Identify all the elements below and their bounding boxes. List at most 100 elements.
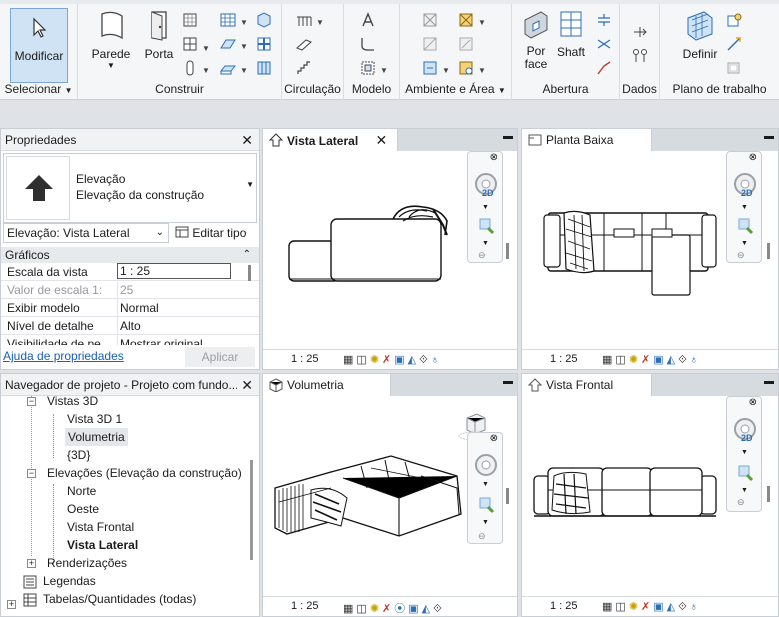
shaft-button[interactable]: Shaft	[552, 8, 590, 59]
viewer-icon[interactable]	[726, 60, 742, 76]
tree-node[interactable]: {3D}	[67, 446, 90, 464]
curtain-grid-icon[interactable]	[220, 12, 236, 28]
schedule-icon	[23, 593, 37, 607]
close-icon[interactable]: ✕	[241, 374, 253, 396]
edit-type-button[interactable]: Editar tipo	[175, 223, 246, 243]
component-icon[interactable]	[182, 12, 198, 28]
tag-area-icon[interactable]	[458, 60, 474, 76]
view-control-icons[interactable]: ▦◫✺✗▣◭⟐♁	[602, 353, 701, 367]
ceiling-icon[interactable]	[256, 12, 272, 28]
instance-filter-dropdown[interactable]: Elevação: Vista Lateral ⌄	[3, 223, 169, 243]
model-line-icon[interactable]	[360, 36, 376, 52]
tree-node[interactable]: Vista 3D 1	[67, 410, 122, 428]
tree-node[interactable]: Renderizações	[47, 554, 127, 572]
roof-icon[interactable]	[220, 36, 236, 52]
close-icon[interactable]: ⊗	[490, 433, 498, 444]
view-scale[interactable]: 1 : 25	[291, 353, 319, 365]
collapse-toggle[interactable]: −	[27, 397, 36, 406]
tab-planta-baixa[interactable]: Planta Baixa	[522, 129, 652, 151]
tag-room-icon[interactable]	[422, 60, 438, 76]
group-label-selecionar[interactable]: Selecionar ▼	[0, 82, 77, 96]
view-scale[interactable]: 1 : 25	[550, 353, 578, 365]
section-header-graficos[interactable]: Gráficos ⌃	[1, 247, 259, 263]
properties-help-link[interactable]: Ajuda de propriedades	[3, 349, 124, 363]
show-workplane-icon[interactable]	[726, 12, 742, 28]
close-icon[interactable]: ⊗	[749, 152, 757, 163]
view-control-icons[interactable]: ▦◫✺✗▣◭⟐♁	[343, 353, 442, 367]
view-menu-icon[interactable]: ▬	[764, 131, 774, 142]
type-selector[interactable]: Elevação Elevação da construção ▼	[3, 153, 257, 223]
dormer-opening-icon[interactable]	[596, 60, 612, 76]
tab-vista-frontal[interactable]: Vista Frontal	[522, 374, 652, 396]
steering-wheel-icon[interactable]	[472, 451, 500, 479]
room-separator-icon[interactable]	[422, 36, 438, 52]
prop-row[interactable]: Exibir modelo Normal	[1, 299, 259, 317]
room-icon[interactable]	[422, 12, 438, 28]
view-menu-icon[interactable]: ▬	[503, 131, 513, 142]
scrollbar[interactable]	[250, 460, 253, 560]
tree-node-active[interactable]: Vista Lateral	[67, 536, 138, 554]
zoom-icon[interactable]	[476, 216, 496, 236]
by-face-button[interactable]: Por face	[516, 8, 556, 71]
ribbon: Modificar Selecionar ▼ Parede ▼ Porta ▼ …	[0, 0, 779, 100]
close-icon[interactable]: ✕	[241, 129, 253, 151]
scrollbar[interactable]	[506, 488, 509, 504]
scrollbar[interactable]	[767, 486, 770, 502]
area-boundary-icon[interactable]	[458, 36, 474, 52]
zoom-icon[interactable]	[735, 463, 755, 483]
tree-node-3d-views[interactable]: Vistas 3D	[47, 392, 98, 410]
tree-node[interactable]: Vista Frontal	[67, 518, 134, 536]
collapse-toggle[interactable]: −	[27, 469, 36, 478]
curtain-system-icon[interactable]	[256, 60, 272, 76]
tree-node-schedules[interactable]: Tabelas/Quantidades (todas)	[43, 590, 196, 608]
close-icon[interactable]: ⊗	[490, 152, 498, 163]
set-workplane-button[interactable]: Definir	[678, 8, 722, 61]
tab-vista-lateral[interactable]: Vista Lateral ✕	[263, 129, 399, 151]
tree-node-legends[interactable]: Legendas	[43, 572, 96, 590]
view-control-icons[interactable]: ▦◫✺✗▣◭⟐♁	[602, 600, 701, 614]
grid-icon[interactable]	[632, 48, 648, 64]
zoom-icon[interactable]	[735, 216, 755, 236]
prop-row[interactable]: Visibilidade de pe Mostrar original	[1, 335, 259, 345]
area-icon[interactable]	[458, 12, 474, 28]
view-menu-icon[interactable]: ▬	[503, 376, 513, 387]
view-menu-icon[interactable]: ▬	[764, 376, 774, 387]
model-text-icon[interactable]	[360, 12, 376, 28]
expand-toggle[interactable]: +	[7, 600, 16, 609]
wall-button[interactable]: Parede ▼	[90, 8, 132, 70]
ref-plane-icon[interactable]	[726, 36, 742, 52]
tree-node-selected[interactable]: Volumetria	[65, 428, 128, 446]
tab-volumetria[interactable]: Volumetria	[263, 374, 391, 396]
tree-node[interactable]: Oeste	[67, 500, 99, 518]
window-icon[interactable]	[182, 36, 198, 52]
level-icon[interactable]	[632, 24, 648, 40]
apply-button[interactable]: Aplicar	[185, 347, 255, 367]
zoom-icon[interactable]	[476, 495, 496, 515]
scrollbar[interactable]	[767, 243, 770, 259]
column-icon[interactable]	[182, 60, 198, 76]
close-icon[interactable]: ✕	[376, 132, 388, 148]
wall-opening-icon[interactable]	[596, 12, 612, 28]
tree-node[interactable]: Norte	[67, 482, 96, 500]
view-control-icons[interactable]: ▦◫✺✗⦿▣◭⟐	[343, 600, 445, 616]
view-scale[interactable]: 1 : 25	[550, 600, 578, 612]
tree-node-elevations[interactable]: Elevações (Elevação da construção)	[47, 464, 242, 482]
view-scale-input[interactable]: 1 : 25	[117, 263, 231, 279]
ramp-icon[interactable]	[296, 36, 312, 52]
mullion-icon[interactable]	[256, 36, 272, 52]
shaft-icon	[560, 11, 582, 37]
close-icon[interactable]: ⊗	[749, 397, 757, 408]
floor-icon[interactable]	[220, 60, 236, 76]
vertical-opening-icon[interactable]	[596, 36, 612, 52]
railing-icon[interactable]	[296, 12, 312, 28]
model-group-icon[interactable]	[360, 60, 376, 76]
modify-button[interactable]: Modificar	[10, 8, 68, 83]
scrollbar[interactable]	[506, 243, 509, 259]
stair-icon[interactable]	[296, 60, 312, 76]
view-scale[interactable]: 1 : 25	[291, 600, 319, 612]
expand-toggle[interactable]: +	[27, 559, 36, 568]
group-label-ambiente-area[interactable]: Ambiente e Área ▼	[400, 82, 511, 96]
door-button[interactable]: Porta	[140, 8, 178, 61]
scrollbar[interactable]	[248, 265, 251, 281]
prop-row[interactable]: Nível de detalhe Alto	[1, 317, 259, 335]
